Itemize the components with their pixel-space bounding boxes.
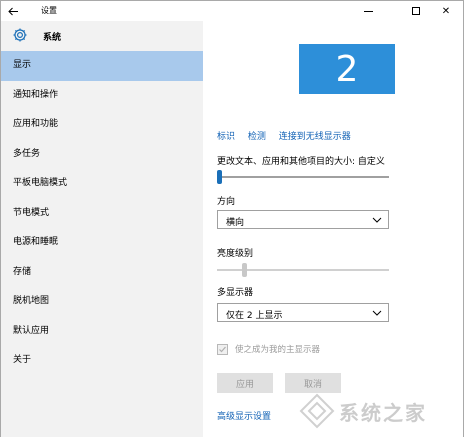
close-button[interactable]: ✕ (429, 1, 463, 21)
connect-wireless-link[interactable]: 连接到无线显示器 (279, 132, 351, 142)
brightness-label: 亮度级别 (217, 249, 254, 259)
sidebar-header: 系统 (1, 21, 203, 49)
main-content: 2 标识 检测 连接到无线显示器 更改文本、应用和其他项目的大小: 自定义 方向… (203, 21, 463, 437)
monitor-tile[interactable]: 2 (299, 44, 395, 94)
sidebar-item-default-apps[interactable]: 默认应用 (1, 317, 203, 347)
brightness-slider[interactable] (217, 263, 389, 277)
settings-window: 设置 ✕ 系统 显示 通知和操作 应用和功能 多任务 平板电脑模式 节电模式 电… (0, 0, 464, 437)
scale-slider[interactable] (217, 170, 389, 184)
sidebar-item-about[interactable]: 关于 (1, 346, 203, 376)
apply-button[interactable]: 应用 (217, 373, 273, 393)
sidebar-item-multitasking[interactable]: 多任务 (1, 140, 203, 170)
window-title: 设置 (41, 6, 57, 15)
multi-display-label: 多显示器 (217, 288, 254, 298)
minimize-button[interactable] (351, 1, 385, 21)
maximize-icon (412, 7, 420, 15)
display-links: 标识 检测 连接到无线显示器 (217, 129, 361, 142)
gear-icon (13, 28, 27, 42)
watermark: 系统之家 (293, 387, 463, 435)
sidebar-item-tablet-mode[interactable]: 平板电脑模式 (1, 169, 203, 199)
chevron-down-icon (372, 310, 382, 316)
main-display-checkbox-label: 使之成为我的主显示器 (235, 345, 321, 355)
advanced-display-settings-link[interactable]: 高级显示设置 (217, 409, 271, 422)
multi-display-dropdown[interactable]: 仅在 2 上显示 (217, 303, 389, 322)
back-arrow-icon (7, 7, 18, 15)
sidebar-item-display[interactable]: 显示 (1, 51, 203, 81)
sidebar-item-offline-maps[interactable]: 脱机地图 (1, 287, 203, 317)
scale-label: 更改文本、应用和其他项目的大小: 自定义 (217, 157, 385, 167)
orientation-dropdown[interactable]: 横向 (217, 210, 389, 229)
orientation-value: 横向 (226, 218, 245, 228)
detect-link[interactable]: 检测 (248, 132, 266, 142)
identify-link[interactable]: 标识 (217, 132, 235, 142)
brightness-slider-thumb[interactable] (242, 263, 248, 277)
orientation-label: 方向 (217, 197, 236, 207)
sidebar-nav: 显示 通知和操作 应用和功能 多任务 平板电脑模式 节电模式 电源和睡眠 存储 … (1, 51, 203, 376)
minimize-icon (363, 10, 373, 12)
sidebar-item-apps[interactable]: 应用和功能 (1, 110, 203, 140)
sidebar-title: 系统 (43, 33, 62, 43)
title-bar: 设置 ✕ (1, 1, 463, 21)
sidebar-item-power-sleep[interactable]: 电源和睡眠 (1, 228, 203, 258)
sidebar-item-battery-saver[interactable]: 节电模式 (1, 199, 203, 229)
chevron-down-icon (372, 217, 382, 223)
main-display-checkbox[interactable] (217, 344, 228, 355)
sidebar-item-notifications[interactable]: 通知和操作 (1, 81, 203, 111)
multi-display-value: 仅在 2 上显示 (226, 311, 283, 321)
scale-slider-track (217, 176, 389, 178)
sidebar-item-storage[interactable]: 存储 (1, 258, 203, 288)
scale-slider-thumb[interactable] (217, 170, 222, 184)
back-button[interactable] (1, 1, 25, 21)
sidebar: 系统 显示 通知和操作 应用和功能 多任务 平板电脑模式 节电模式 电源和睡眠 … (1, 21, 203, 437)
maximize-button[interactable] (399, 1, 433, 21)
watermark-logo-icon (299, 393, 335, 429)
watermark-text: 系统之家 (339, 401, 427, 425)
close-icon: ✕ (441, 5, 451, 17)
checkmark-icon (219, 346, 226, 353)
